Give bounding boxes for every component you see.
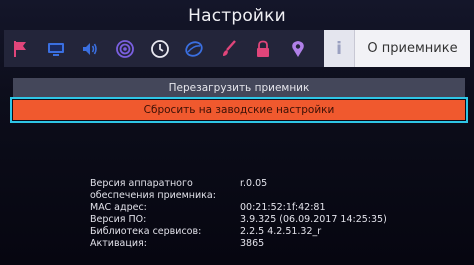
info-key: обеспечения приемника: — [90, 190, 216, 201]
page-title: Настройки — [188, 6, 286, 26]
settings-screen: Настройки i О приемнике Перезагрузить пр… — [0, 0, 474, 265]
reboot-receiver-button[interactable]: Перезагрузить приемник — [13, 78, 465, 98]
tab-broadcast[interactable] — [108, 30, 143, 67]
tab-flag[interactable] — [4, 30, 39, 67]
audio-icon — [83, 42, 98, 55]
info-icon: i — [324, 30, 355, 67]
settings-icon-bar: i О приемнике — [4, 30, 470, 67]
info-key: Версия ПО: — [90, 214, 147, 225]
tab-network[interactable] — [177, 30, 212, 67]
info-row: Активация: 3865 — [90, 238, 387, 250]
tab-about-receiver-label: О приемнике — [367, 41, 458, 56]
info-key: Активация: — [90, 238, 147, 249]
info-value: 3865 — [240, 238, 265, 249]
tab-audio[interactable] — [73, 30, 108, 67]
info-value: 2.2.5 4.2.51.32_r — [240, 226, 322, 237]
info-row: Библиотека сервисов: 2.2.5 4.2.51.32_r — [90, 226, 387, 238]
monitor-icon — [47, 42, 64, 56]
clock-icon — [150, 39, 169, 58]
info-value: r.0.05 — [240, 178, 268, 189]
info-key: Библиотека сервисов: — [90, 226, 202, 237]
brush-icon — [222, 39, 236, 56]
factory-reset-button[interactable]: Сбросить на заводские настройки — [10, 97, 468, 123]
info-key: Версия аппаратного — [90, 178, 193, 189]
info-key: MAC адрес: — [90, 202, 147, 213]
broadcast-icon — [116, 39, 134, 58]
tab-appearance[interactable] — [212, 30, 247, 67]
globe-icon — [185, 40, 203, 57]
info-value: 3.9.325 (06.09.2017 14:25:35) — [240, 214, 387, 225]
info-row: MAC адрес: 00:21:52:1f:42:81 — [90, 202, 387, 214]
tab-display[interactable] — [39, 30, 74, 67]
tab-about-receiver[interactable]: i О приемнике — [324, 30, 470, 67]
info-row: Версия ПО: 3.9.325 (06.09.2017 14:25:35) — [90, 214, 387, 226]
receiver-info-table: Версия аппаратного r.0.05 обеспечения пр… — [90, 178, 387, 250]
info-row: Версия аппаратного r.0.05 — [90, 178, 387, 190]
tab-parental-lock[interactable] — [246, 30, 281, 67]
tab-time[interactable] — [142, 30, 177, 67]
info-value: 00:21:52:1f:42:81 — [240, 202, 326, 213]
lock-icon — [257, 40, 270, 57]
info-row: обеспечения приемника: — [90, 190, 387, 202]
location-pin-icon — [292, 40, 304, 57]
flag-icon — [14, 40, 27, 57]
tab-location[interactable] — [281, 30, 316, 67]
